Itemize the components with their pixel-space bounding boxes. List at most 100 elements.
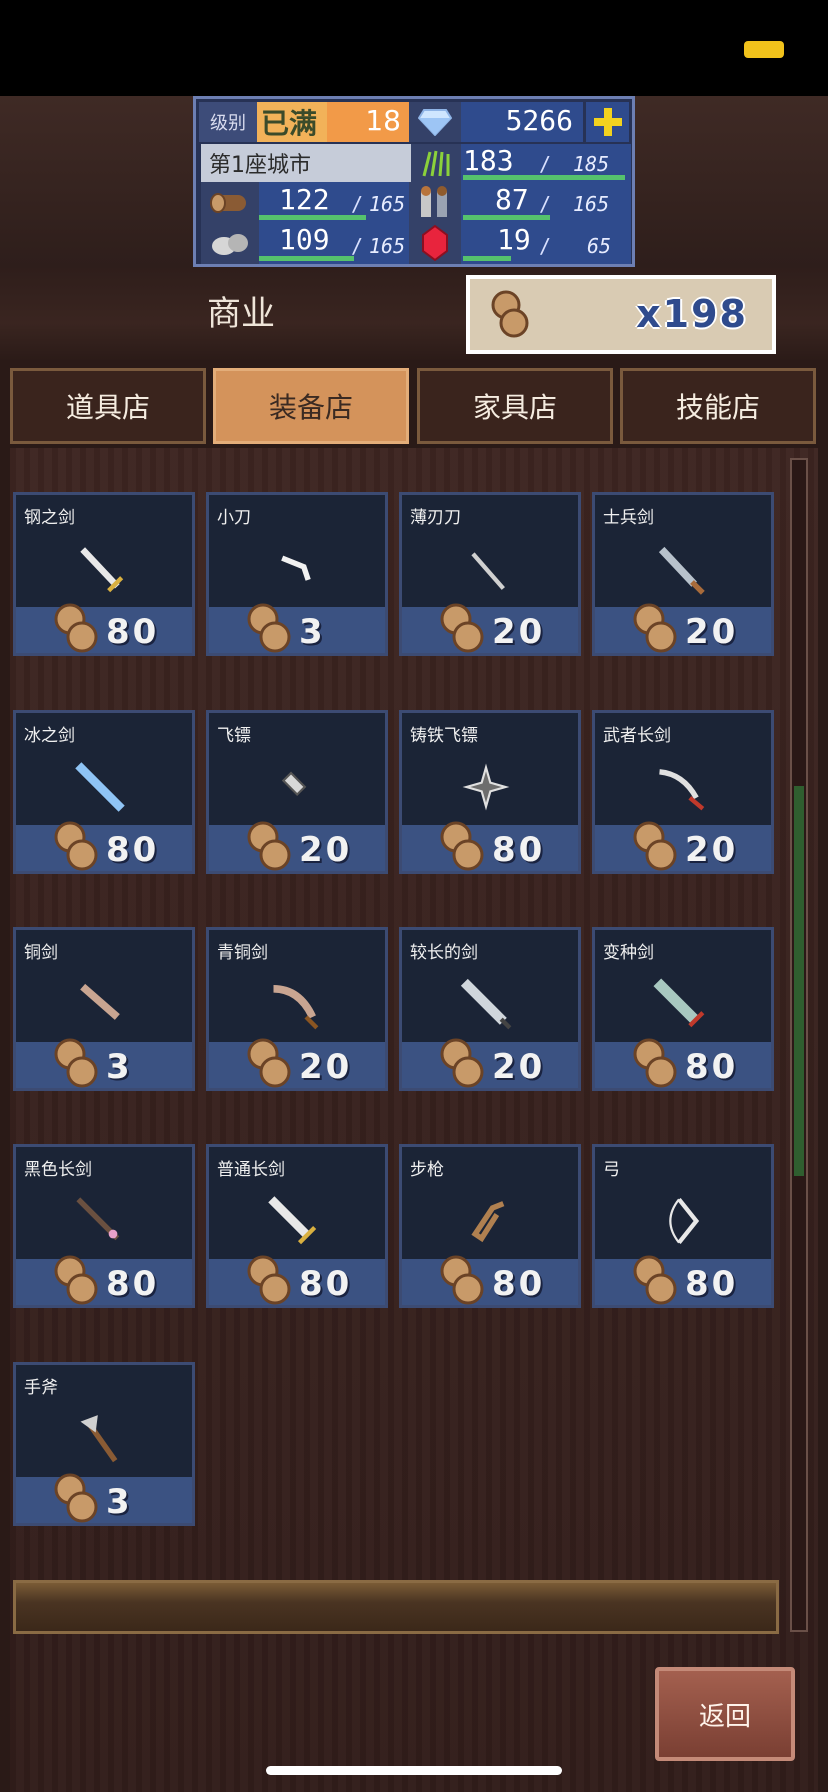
food-value: 183 <box>463 144 514 177</box>
plus-icon <box>593 108 622 136</box>
wood-box: 122 / 165 <box>259 182 409 222</box>
item-card[interactable]: 弓 80 <box>592 1144 774 1308</box>
item-name: 较长的剑 <box>410 943 478 963</box>
item-card[interactable]: 小刀 3 <box>206 492 388 656</box>
item-price: 20 <box>685 612 739 652</box>
item-name: 弓 <box>603 1160 620 1180</box>
food-bar <box>463 175 625 180</box>
thin-blade-icon <box>471 552 505 590</box>
price-band: 80 <box>16 603 192 653</box>
item-name: 飞镖 <box>217 726 251 746</box>
ruby-box: 19 / 65 <box>461 222 631 264</box>
mutant-sword-icon <box>653 978 705 1028</box>
item-name: 变种剑 <box>603 943 654 963</box>
log-icon <box>633 603 677 653</box>
back-button[interactable]: 返回 <box>655 1667 795 1761</box>
item-card[interactable]: 较长的剑 20 <box>399 927 581 1091</box>
stats-panel: 级别 已满 18 5266 第1座城市 183 / 185 122 / 165 … <box>193 96 635 267</box>
price-band: 80 <box>16 821 192 871</box>
ruby-slash: / <box>539 234 552 258</box>
item-card[interactable]: 武者长剑 20 <box>592 710 774 874</box>
item-price: 80 <box>106 1264 160 1304</box>
wood-bar <box>259 215 366 220</box>
gem-icon <box>409 102 461 142</box>
item-card[interactable]: 黑色长剑 80 <box>13 1144 195 1308</box>
item-name: 武者长剑 <box>603 726 671 746</box>
price-band: 80 <box>402 821 578 871</box>
price-band: 20 <box>402 603 578 653</box>
level-value: 18 <box>365 104 401 137</box>
shelf-plank <box>13 1580 779 1634</box>
price-band: 80 <box>595 1038 771 1088</box>
status-bar <box>0 0 828 96</box>
tab-item-shop[interactable]: 道具店 <box>10 368 206 444</box>
gem-count: 5266 <box>505 104 573 137</box>
stone-slash: / <box>351 234 364 258</box>
people-icon <box>409 182 461 222</box>
item-name: 冰之剑 <box>24 726 75 746</box>
item-card[interactable]: 薄刃刀 20 <box>399 492 581 656</box>
log-icon <box>247 1255 291 1305</box>
log-icon <box>54 1473 98 1523</box>
ice-sword-icon <box>75 762 125 812</box>
ruby-bar <box>463 256 511 261</box>
item-card[interactable]: 手斧 3 <box>13 1362 195 1526</box>
item-name: 铜剑 <box>24 943 58 963</box>
item-card[interactable]: 飞镖 20 <box>206 710 388 874</box>
price-band: 80 <box>16 1255 192 1305</box>
wheat-icon <box>411 144 461 182</box>
log-icon <box>247 603 291 653</box>
item-card[interactable]: 普通长剑 80 <box>206 1144 388 1308</box>
log-icon <box>54 821 98 871</box>
ruby-max: 65 <box>587 234 612 258</box>
item-card[interactable]: 铜剑 3 <box>13 927 195 1091</box>
add-gems-button[interactable] <box>586 102 629 142</box>
wood-icon <box>201 182 259 222</box>
tab-skill-shop[interactable]: 技能店 <box>620 368 816 444</box>
tab-furniture-shop[interactable]: 家具店 <box>417 368 613 444</box>
item-card[interactable]: 士兵剑 20 <box>592 492 774 656</box>
item-card[interactable]: 铸铁飞镖 80 <box>399 710 581 874</box>
item-name: 薄刃刀 <box>410 508 461 528</box>
item-card[interactable]: 钢之剑 80 <box>13 492 195 656</box>
city-name[interactable]: 第1座城市 <box>201 144 411 182</box>
item-card[interactable]: 变种剑 80 <box>592 927 774 1091</box>
log-icon <box>247 821 291 871</box>
home-indicator <box>266 1766 562 1775</box>
item-price: 80 <box>106 830 160 870</box>
item-name: 青铜剑 <box>217 943 268 963</box>
wood-max: 165 <box>369 192 406 216</box>
item-card[interactable]: 冰之剑 80 <box>13 710 195 874</box>
stone-icon <box>201 222 259 264</box>
normal-longsword-icon <box>268 1196 317 1245</box>
log-icon <box>54 1038 98 1088</box>
ruby-icon <box>409 222 461 264</box>
level-label: 级别 <box>199 102 257 142</box>
item-card[interactable]: 青铜剑 20 <box>206 927 388 1091</box>
price-band: 80 <box>595 1255 771 1305</box>
item-name: 黑色长剑 <box>24 1160 92 1180</box>
price-band: 20 <box>595 603 771 653</box>
item-price: 20 <box>685 830 739 870</box>
item-price: 3 <box>106 1047 133 1087</box>
food-box: 183 / 185 <box>461 144 631 182</box>
scrollbar-thumb[interactable] <box>794 786 804 1176</box>
price-band: 20 <box>209 1038 385 1088</box>
item-price: 80 <box>492 830 546 870</box>
item-name: 手斧 <box>24 1378 58 1398</box>
copper-sword-icon <box>80 983 120 1020</box>
price-band: 3 <box>209 603 385 653</box>
item-card[interactable]: 步枪 80 <box>399 1144 581 1308</box>
item-price: 20 <box>492 1047 546 1087</box>
price-band: 20 <box>595 821 771 871</box>
log-icon <box>633 1038 677 1088</box>
ruby-value: 19 <box>497 223 531 256</box>
item-name: 铸铁飞镖 <box>410 726 478 746</box>
tab-equipment-shop[interactable]: 装备店 <box>213 368 409 444</box>
price-band: 80 <box>209 1255 385 1305</box>
log-icon <box>440 1038 484 1088</box>
food-max: 185 <box>573 152 610 176</box>
log-icon <box>54 1255 98 1305</box>
log-icon <box>54 603 98 653</box>
bronze-sword-icon <box>273 985 319 1030</box>
